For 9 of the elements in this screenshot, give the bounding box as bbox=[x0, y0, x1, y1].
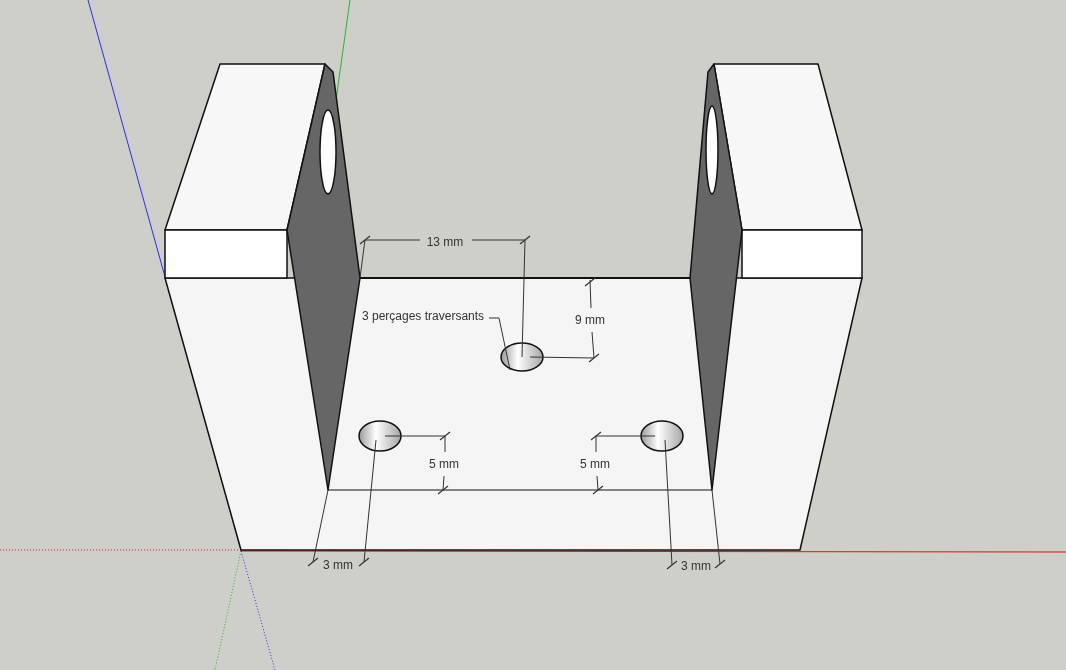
annotation-label: 3 perçages traversants bbox=[362, 310, 485, 322]
dimension-line bbox=[590, 431, 656, 495]
dimension-label: 5 mm bbox=[427, 458, 461, 470]
dimension-label: 3 mm bbox=[679, 560, 713, 572]
dimension-label: 5 mm bbox=[578, 458, 612, 470]
dimension-label: 3 mm bbox=[321, 559, 355, 571]
leader-line bbox=[488, 317, 511, 371]
dimension-label: 9 mm bbox=[573, 314, 607, 326]
dimension-label: 13 mm bbox=[424, 236, 466, 248]
